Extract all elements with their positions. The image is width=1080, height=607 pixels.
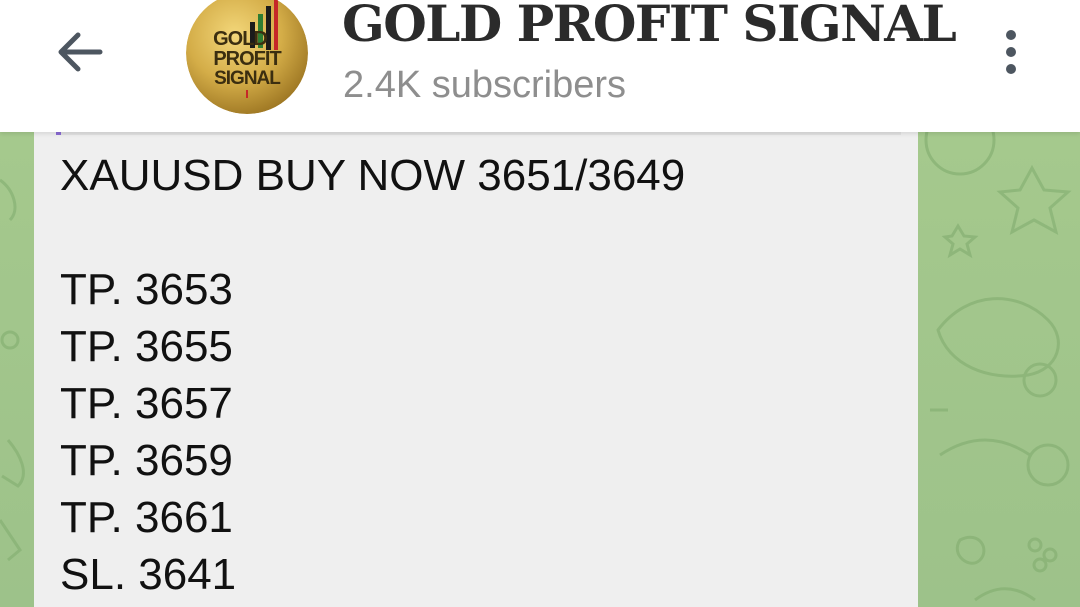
channel-avatar[interactable]: GOLD PROFIT SIGNAL xyxy=(186,0,308,114)
chat-header: GOLD PROFIT SIGNAL GOLD PROFIT SIGNAL 2.… xyxy=(0,0,1080,132)
svg-text:SIGNAL: SIGNAL xyxy=(214,68,281,89)
message-line-tp2: TP. 3655 xyxy=(60,322,233,371)
arrow-left-icon xyxy=(58,32,103,72)
svg-text:GOLD: GOLD xyxy=(213,28,267,50)
channel-title[interactable]: GOLD PROFIT SIGNAL xyxy=(342,0,957,53)
message-line-tp4: TP. 3659 xyxy=(60,436,233,485)
gold-profit-logo: GOLD PROFIT SIGNAL xyxy=(186,0,308,114)
message-bubble[interactable]: XAUUSD BUY NOW 3651/3649 TP. 3653 TP. 36… xyxy=(34,110,918,607)
message-line-tp5: TP. 3661 xyxy=(60,493,233,542)
message-line-tp1: TP. 3653 xyxy=(60,265,233,314)
subscriber-count: 2.4K subscribers xyxy=(343,64,627,106)
more-vertical-icon xyxy=(1006,30,1016,40)
message-line-sl: SL. 3641 xyxy=(60,550,237,599)
svg-text:PROFIT: PROFIT xyxy=(213,48,281,70)
message-line-tp3: TP. 3657 xyxy=(60,379,233,428)
more-options-button[interactable] xyxy=(986,20,1036,84)
back-button[interactable] xyxy=(44,20,116,84)
message-line-signal: XAUUSD BUY NOW 3651/3649 xyxy=(60,151,686,200)
